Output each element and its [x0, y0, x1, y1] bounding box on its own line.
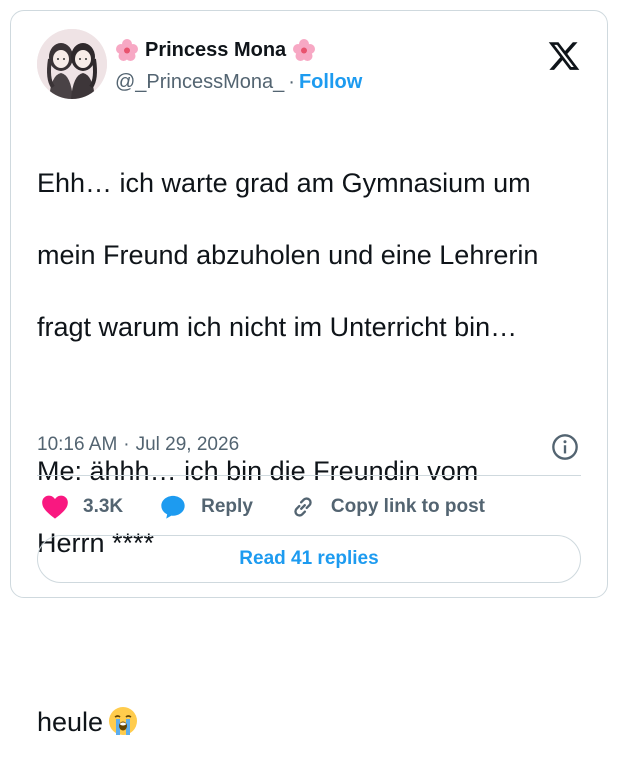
tweet-timestamp[interactable]: 10:16 AM · Jul 29, 2026 — [37, 434, 239, 456]
separator-dot: · — [123, 434, 130, 455]
user-handle[interactable]: @_PrincessMona_ — [115, 71, 284, 94]
reply-label: Reply — [201, 496, 253, 517]
copy-link-label: Copy link to post — [330, 496, 485, 517]
tweet-line: mein Freund abzuholen und eine Lehrerin — [37, 240, 539, 270]
separator-dot: · — [288, 70, 295, 93]
copy-link-button[interactable]: Copy link to post — [289, 493, 485, 521]
info-icon[interactable] — [551, 433, 579, 461]
tweet-line-last: heule — [37, 669, 597, 740]
tweet-line: Me: ähhh… ich bin die Freundin vom — [37, 456, 479, 486]
crying-face-emoji-icon — [107, 669, 139, 735]
tweet-time: 10:16 AM — [37, 434, 118, 455]
like-button[interactable]: 3.3K — [41, 494, 123, 520]
avatar-image — [37, 29, 107, 99]
link-icon — [294, 497, 312, 517]
tweet-word: heule — [37, 707, 104, 737]
reply-button[interactable]: Reply — [159, 493, 253, 521]
read-replies-button[interactable]: Read 41 replies — [37, 535, 581, 583]
author-info: Princess Mona @_PrincessMona_ · Follow — [115, 37, 362, 95]
display-name[interactable]: Princess Mona — [145, 39, 286, 62]
display-name-row: Princess Mona — [115, 37, 362, 63]
follow-link[interactable]: Follow — [299, 71, 362, 94]
like-count: 3.3K — [83, 496, 124, 517]
tweet-line: Ehh… ich warte grad am Gymnasium um — [37, 168, 531, 198]
reply-bubble-icon — [161, 495, 185, 519]
read-replies-label: Read 41 replies — [239, 548, 379, 569]
flower-emoji-icon — [115, 38, 139, 62]
handle-row: @_PrincessMona_ · Follow — [115, 69, 362, 95]
heart-icon — [42, 495, 68, 519]
tweet-line: fragt warum ich nicht im Unterricht bin… — [37, 312, 518, 342]
divider — [37, 475, 581, 476]
avatar[interactable] — [37, 29, 107, 99]
tweet-date: Jul 29, 2026 — [135, 434, 240, 455]
flower-emoji-icon — [292, 38, 316, 62]
tweet-card: Princess Mona @_PrincessMona_ · Follow E… — [10, 10, 608, 737]
x-logo-icon[interactable] — [547, 39, 581, 73]
action-bar: 3.3K Reply Copy link to post — [41, 491, 581, 523]
tweet-header: Princess Mona @_PrincessMona_ · Follow — [37, 29, 581, 105]
